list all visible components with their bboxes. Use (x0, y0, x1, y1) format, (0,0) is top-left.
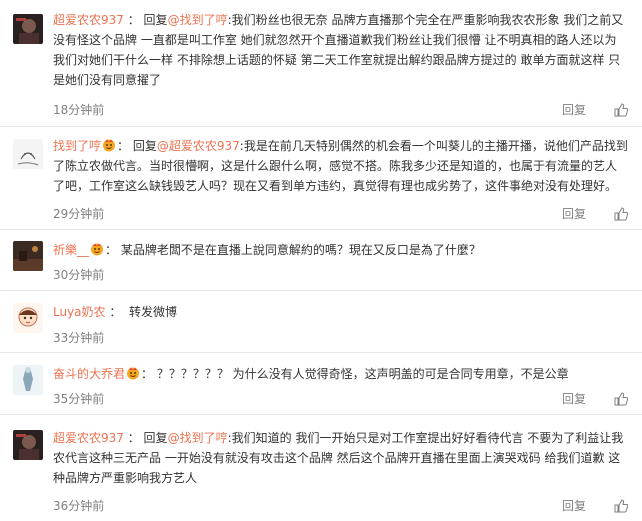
member-badge-icon (102, 138, 116, 152)
comment-body: 奋斗的大乔君 ： ？？？？？？ 为什么没有人觉得奇怪，这声明盖的可是合同专用章，不… (53, 364, 628, 384)
spacer: ： (105, 243, 121, 257)
avatar[interactable] (13, 241, 43, 271)
comment-username[interactable]: 超爱农农937 (53, 13, 124, 27)
comment-username[interactable]: 找到了哼 (53, 139, 101, 153)
spacer: ： (117, 139, 133, 153)
comment-item: 超爱农农937 ： 回复@找到了哼:我们知道的 我们一开始只是对工作室提出好好看… (0, 415, 642, 521)
comment-item: 祈樂__ ： 某品牌老闆不是在直播上說同意解約的嗎？現在又反口是為了什麼？ 30分… (0, 230, 642, 291)
comment-list: 超爱农农937 ： 回复@找到了哼:我们粉丝也很无奈 品牌方直播那个完全在严重影… (0, 0, 642, 521)
reply-button[interactable]: 回复 (562, 390, 586, 407)
comment-item: 找到了哼： 回复@超爱农农937:我是在前几天特别偶然的机会看一个叫葵儿的主播开… (0, 127, 642, 230)
comment-username[interactable]: 超爱农农937 (53, 431, 124, 445)
reply-button[interactable]: 回复 (562, 101, 586, 118)
comment-time: 29分钟前 (53, 207, 105, 221)
member-badge-icon (126, 366, 140, 380)
comment-username[interactable]: 奋斗的大乔君 (53, 367, 125, 381)
comment-time: 30分钟前 (53, 268, 105, 282)
mention-link[interactable]: @找到了哼 (168, 13, 228, 27)
spacer: ： (123, 431, 144, 445)
avatar[interactable] (13, 139, 43, 169)
reply-prefix: 回复 (132, 139, 157, 153)
comment-username[interactable]: Luya奶农 (53, 305, 106, 319)
avatar[interactable] (13, 430, 43, 460)
comment-text: ？？？？？？ 为什么没有人觉得奇怪，这声明盖的可是合同专用章，不是公章 (156, 367, 569, 381)
mention-link[interactable]: @超爱农农937 (157, 139, 240, 153)
comment-body: 超爱农农937 ： 回复@找到了哼:我们粉丝也很无奈 品牌方直播那个完全在严重影… (53, 10, 628, 90)
comment-body: 祈樂__ ： 某品牌老闆不是在直播上說同意解約的嗎？現在又反口是為了什麼？ (53, 240, 628, 260)
comment-time: 33分钟前 (53, 331, 105, 345)
spacer: ： (123, 13, 144, 27)
comment-item: Luya奶农 ： 转发微博 33分钟前 (0, 291, 642, 353)
reply-prefix: 回复 (143, 431, 168, 445)
mention-link[interactable]: @找到了哼 (168, 431, 228, 445)
spacer: ： (141, 367, 157, 381)
comment-body: Luya奶农 ： 转发微博 (53, 302, 628, 322)
member-badge-icon (90, 242, 104, 256)
comment-time: 35分钟前 (53, 392, 105, 406)
spacer: ： (105, 305, 129, 319)
like-icon[interactable] (614, 103, 628, 117)
comment-username[interactable]: 祈樂__ (53, 243, 89, 257)
like-icon[interactable] (614, 499, 628, 513)
comment-text: 转发微博 (129, 305, 178, 319)
reply-button[interactable]: 回复 (562, 205, 586, 222)
avatar[interactable] (13, 365, 43, 395)
comment-time: 36分钟前 (53, 499, 105, 513)
comment-body: 超爱农农937 ： 回复@找到了哼:我们知道的 我们一开始只是对工作室提出好好看… (53, 428, 628, 488)
avatar[interactable] (13, 14, 43, 44)
comment-body: 找到了哼： 回复@超爱农农937:我是在前几天特别偶然的机会看一个叫葵儿的主播开… (53, 136, 628, 196)
reply-button[interactable]: 回复 (562, 497, 586, 514)
comment-item: 奋斗的大乔君 ： ？？？？？？ 为什么没有人觉得奇怪，这声明盖的可是合同专用章，不… (0, 353, 642, 415)
comment-text: 某品牌老闆不是在直播上說同意解約的嗎？現在又反口是為了什麼？ (120, 243, 481, 257)
avatar[interactable] (13, 303, 43, 333)
comment-time: 18分钟前 (53, 103, 105, 117)
comment-item: 超爱农农937 ： 回复@找到了哼:我们粉丝也很无奈 品牌方直播那个完全在严重影… (0, 0, 642, 127)
reply-prefix: 回复 (143, 13, 168, 27)
like-icon[interactable] (614, 392, 628, 406)
like-icon[interactable] (614, 207, 628, 221)
